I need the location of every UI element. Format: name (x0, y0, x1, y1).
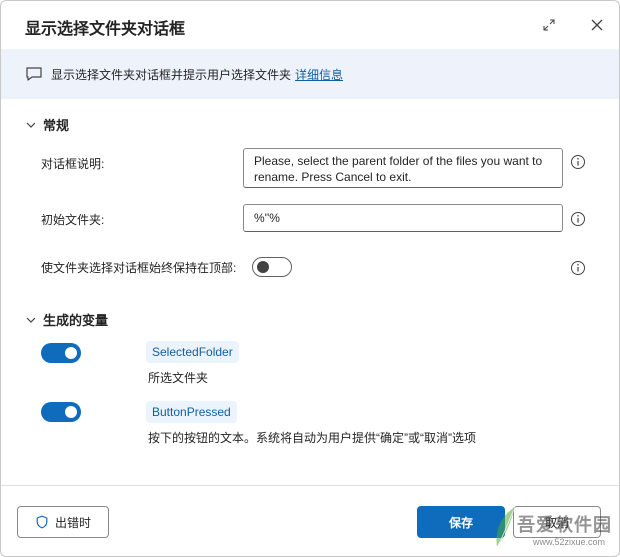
footer-divider (1, 485, 619, 486)
variable-description: 按下的按钮的文本。系统将自动为用户提供“确定”或“取消”选项 (148, 431, 476, 445)
chevron-down-icon (26, 122, 36, 128)
info-icon[interactable] (570, 211, 586, 227)
info-icon[interactable] (570, 260, 586, 276)
button-pressed-toggle[interactable] (41, 402, 81, 422)
toggle-knob (65, 406, 77, 418)
dialog-title: 显示选择文件夹对话框 (25, 21, 186, 38)
chevron-down-icon (26, 317, 36, 323)
toggle-knob (257, 261, 269, 273)
dialog-description-line-1: Please, select the parent folder of the … (254, 154, 543, 168)
info-icon[interactable] (570, 154, 586, 170)
variable-chip-button-pressed[interactable]: ButtonPressed (146, 401, 237, 423)
initial-folder-input[interactable]: %''% (243, 204, 563, 232)
dialog-description-label: 对话框说明: (41, 157, 105, 171)
dialog-titlebar: 显示选择文件夹对话框 (1, 1, 619, 49)
section-general-title: 常规 (43, 118, 70, 133)
variable-chip-selected-folder[interactable]: SelectedFolder (146, 341, 239, 363)
message-icon (26, 67, 42, 81)
selected-folder-toggle[interactable] (41, 343, 81, 363)
toggle-knob (65, 347, 77, 359)
keep-on-top-toggle[interactable] (252, 257, 292, 277)
dialog-window: 显示选择文件夹对话框 显示选择文件夹对话框并提示用户选择文件夹 详细信息 常规 … (0, 0, 620, 557)
more-info-link[interactable]: 详细信息 (295, 66, 343, 83)
on-error-label: 出错时 (54, 515, 91, 530)
on-error-button[interactable]: 出错时 (17, 506, 109, 538)
shield-icon (36, 515, 48, 529)
cancel-button[interactable]: 取消 (513, 506, 601, 538)
banner-text: 显示选择文件夹对话框并提示用户选择文件夹 (51, 67, 292, 82)
initial-folder-value: %''% (254, 211, 280, 225)
save-button[interactable]: 保存 (417, 506, 505, 538)
section-variables-title: 生成的变量 (43, 313, 109, 328)
section-general-header[interactable]: 常规 (25, 115, 69, 134)
dialog-description-input[interactable]: Please, select the parent folder of the … (243, 148, 563, 188)
close-icon[interactable] (587, 15, 607, 35)
watermark-url: www.52zixue.com (533, 537, 606, 547)
dialog-description-line-2: rename. Press Cancel to exit. (254, 170, 412, 184)
expand-icon[interactable] (539, 15, 559, 35)
info-banner: 显示选择文件夹对话框并提示用户选择文件夹 详细信息 (1, 49, 619, 99)
keep-on-top-label: 使文件夹选择对话框始终保持在顶部: (41, 261, 237, 275)
initial-folder-label: 初始文件夹: (41, 213, 105, 227)
variable-description: 所选文件夹 (148, 371, 209, 385)
section-variables-header[interactable]: 生成的变量 (25, 310, 108, 329)
